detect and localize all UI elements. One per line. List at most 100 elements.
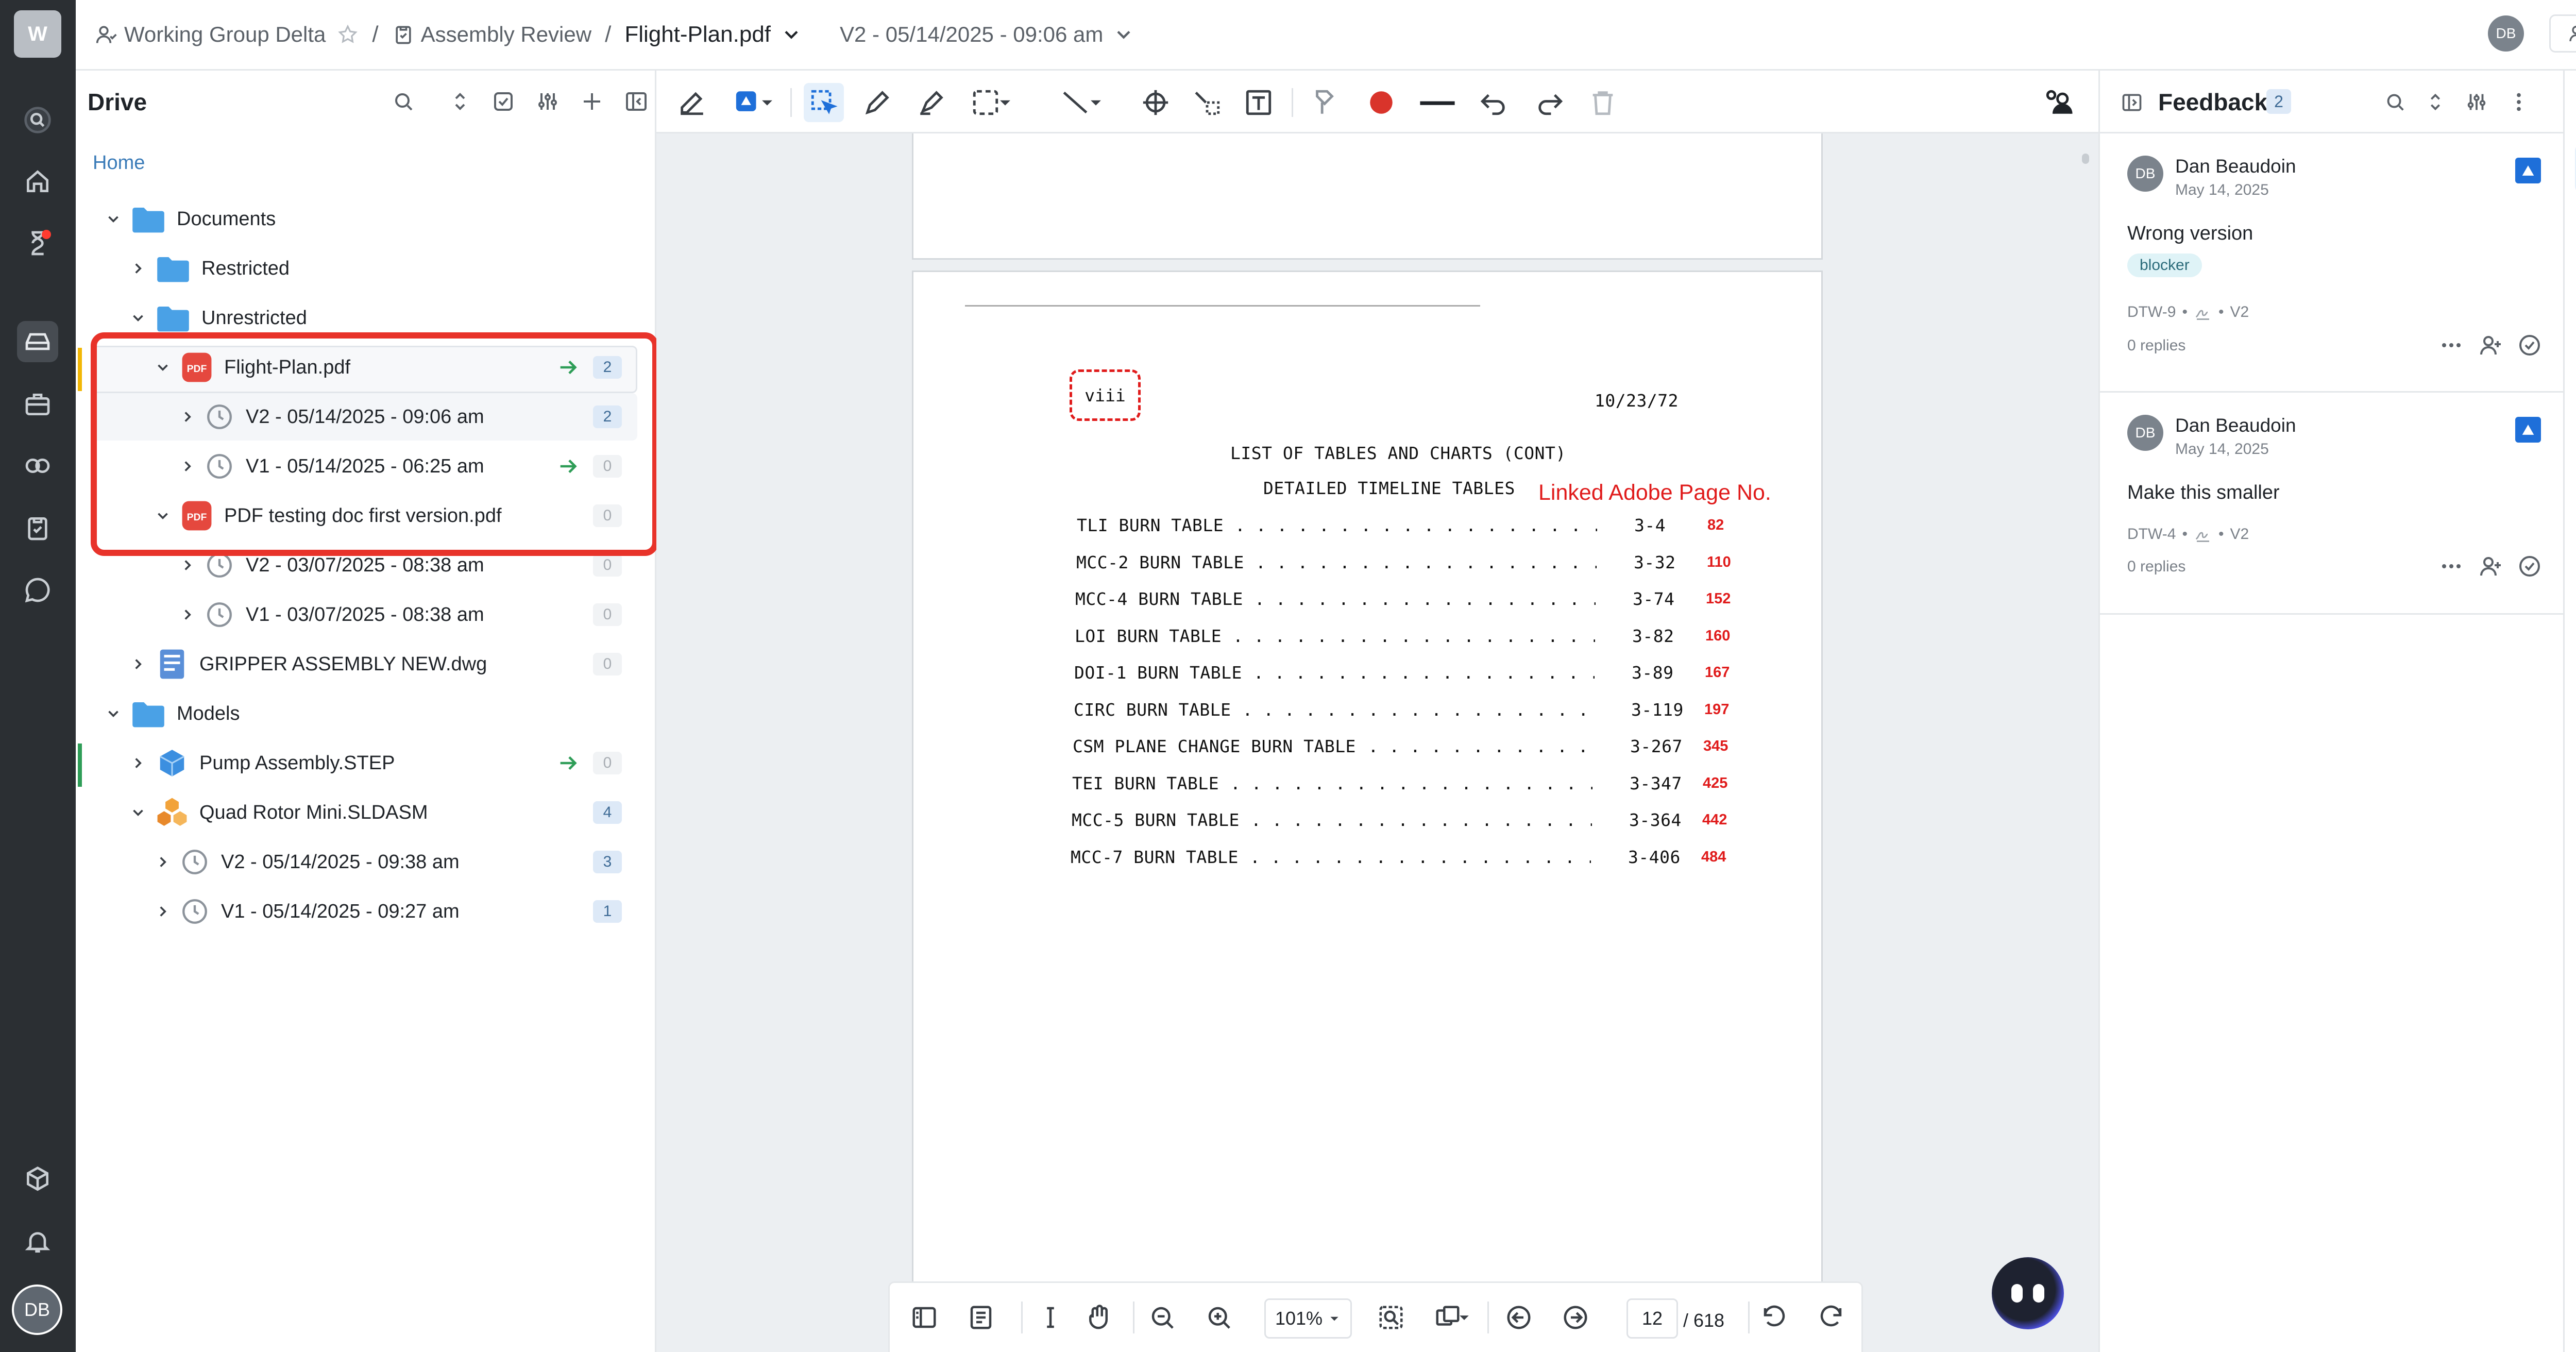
format-painter-icon[interactable] — [1310, 88, 1340, 117]
search-icon[interactable] — [391, 89, 416, 114]
zoom-in-icon[interactable] — [1205, 1304, 1233, 1331]
text-box-icon[interactable] — [1244, 88, 1274, 117]
sort-icon[interactable] — [2424, 90, 2447, 114]
feedback-tag[interactable]: blocker — [2127, 254, 2202, 277]
version-selector[interactable]: V2 - 05/14/2025 - 09:06 am — [840, 22, 1141, 47]
feedback-card[interactable]: DB Dan Beaudoin May 14, 2025 Make this s… — [2100, 394, 2565, 615]
rail-activity-button[interactable] — [17, 223, 58, 264]
tree-folder-restricted[interactable]: Restricted — [129, 244, 290, 293]
zoom-out-icon[interactable] — [1148, 1304, 1176, 1331]
resolve-check-icon[interactable] — [2517, 554, 2542, 579]
cloud-markup-icon[interactable] — [1192, 88, 1222, 117]
color-swatch-icon[interactable] — [1366, 88, 1396, 117]
user-avatar[interactable]: DB — [12, 1285, 62, 1335]
hand-pan-icon[interactable] — [1084, 1304, 1112, 1331]
trash-icon[interactable] — [1588, 88, 1618, 117]
more-horizontal-icon[interactable] — [2439, 554, 2464, 579]
rail-tasks-button[interactable] — [17, 508, 58, 549]
tree-file-quad-rotor[interactable]: Quad Rotor Mini.SLDASM — [129, 788, 428, 837]
caret-down-icon[interactable] — [758, 88, 776, 117]
breadcrumb-file[interactable]: Flight-Plan.pdf — [624, 22, 809, 47]
filter-icon[interactable] — [535, 89, 560, 114]
table-row-linked-page[interactable]: 197 — [1704, 701, 1729, 718]
collapse-panel-icon[interactable] — [624, 89, 649, 114]
line-tool-icon[interactable] — [1060, 88, 1090, 117]
table-row-linked-page[interactable]: 484 — [1701, 849, 1726, 866]
share-button[interactable]: 1 — [2549, 14, 2576, 53]
tree-folder-models[interactable]: Models — [105, 689, 240, 738]
user-settings-icon[interactable] — [2044, 88, 2074, 117]
feedback-replies[interactable]: 0 replies — [2127, 558, 2185, 576]
rail-integrations-button[interactable] — [17, 445, 58, 486]
plus-icon[interactable] — [580, 89, 604, 114]
rail-drive-button[interactable] — [17, 321, 58, 362]
rail-packages-button[interactable] — [17, 1159, 58, 1201]
tree-file-pump-assembly[interactable]: Pump Assembly.STEP — [129, 738, 395, 788]
caret-down-icon[interactable] — [1456, 1304, 1472, 1331]
rotate-left-icon[interactable] — [1760, 1304, 1788, 1331]
table-row-linked-page[interactable]: 167 — [1705, 664, 1730, 681]
assign-user-icon[interactable] — [2478, 333, 2503, 358]
feedback-replies[interactable]: 0 replies — [2127, 337, 2185, 354]
rotate-right-icon[interactable] — [1817, 1304, 1845, 1331]
sidebar-toggle-icon[interactable] — [910, 1304, 938, 1331]
undo-icon[interactable] — [1479, 88, 1509, 117]
breadcrumb-group[interactable]: Working Group Delta — [95, 22, 326, 47]
rail-chat-button[interactable] — [17, 569, 58, 611]
edit-icon[interactable] — [677, 88, 707, 117]
rail-home-button[interactable] — [17, 161, 58, 202]
panel-toggle-icon[interactable] — [2121, 91, 2143, 114]
table-row-ref: 3-347 — [1630, 773, 1682, 793]
table-row-linked-page[interactable]: 425 — [1703, 775, 1727, 792]
resolve-check-icon[interactable] — [2517, 333, 2542, 358]
breadcrumb-project[interactable]: Assembly Review — [392, 22, 591, 47]
breadcrumb-group-label: Working Group Delta — [124, 22, 326, 46]
tree-file-gripper[interactable]: GRIPPER ASSEMBLY NEW.dwg — [129, 639, 487, 689]
checkbox-icon[interactable] — [491, 89, 516, 114]
briefcase-icon — [25, 394, 50, 415]
scrollbar-thumb[interactable] — [2082, 154, 2089, 164]
workspace-badge[interactable]: W — [14, 10, 61, 58]
pencil-icon[interactable] — [862, 88, 892, 117]
more-horizontal-icon[interactable] — [2439, 333, 2464, 358]
zoom-level-select[interactable]: 101% — [1264, 1298, 1352, 1339]
search-icon[interactable] — [2383, 90, 2407, 114]
rail-notifications-button[interactable] — [17, 1221, 58, 1262]
caret-down-icon[interactable] — [996, 88, 1014, 117]
tree-version-quad-v1[interactable]: V1 - 05/14/2025 - 09:27 am — [154, 887, 460, 936]
header-avatar[interactable]: DB — [2488, 15, 2524, 52]
rail-toolbox-button[interactable] — [17, 384, 58, 425]
filter-icon[interactable] — [2465, 90, 2488, 114]
previous-page-icon[interactable] — [1505, 1304, 1533, 1331]
star-icon[interactable] — [337, 24, 359, 45]
table-row-linked-page[interactable]: 442 — [1702, 812, 1727, 829]
sort-icon[interactable] — [448, 89, 472, 114]
table-row-linked-page[interactable]: 152 — [1706, 590, 1731, 607]
text-cursor-icon[interactable] — [1037, 1304, 1064, 1331]
feedback-card[interactable]: DB Dan Beaudoin May 14, 2025 Wrong versi… — [2100, 135, 2565, 393]
rail-search-button[interactable] — [17, 99, 58, 141]
document-outline-icon[interactable] — [967, 1304, 995, 1331]
fit-to-screen-icon[interactable] — [1377, 1304, 1405, 1331]
table-row-linked-page[interactable]: 345 — [1703, 738, 1728, 755]
home-link[interactable]: Home — [93, 152, 145, 174]
highlighter-icon[interactable] — [917, 88, 946, 117]
assign-user-icon[interactable] — [2478, 554, 2503, 579]
table-row-name: MCC-5 BURN TABLE — [1072, 810, 1240, 830]
select-cursor-icon[interactable] — [809, 88, 839, 117]
table-row-linked-page[interactable]: 110 — [1707, 554, 1731, 571]
table-row-linked-page[interactable]: 82 — [1707, 517, 1724, 534]
table-row-linked-page[interactable]: 160 — [1705, 628, 1730, 645]
tree-version-pdf-v1[interactable]: V1 - 03/07/2025 - 08:38 am — [179, 590, 484, 639]
feedback-meta: DTW-9 • • V2 — [2127, 303, 2249, 322]
crosshair-icon[interactable] — [1141, 88, 1171, 117]
page-number-input[interactable]: 12 — [1626, 1298, 1678, 1339]
redo-icon[interactable] — [1535, 88, 1565, 117]
more-vertical-icon[interactable] — [2507, 90, 2531, 114]
ai-assistant-button[interactable] — [1992, 1257, 2064, 1329]
caret-down-icon[interactable] — [1087, 88, 1105, 117]
tree-folder-documents[interactable]: Documents — [105, 194, 276, 244]
tree-version-quad-v2[interactable]: V2 - 05/14/2025 - 09:38 am — [154, 837, 460, 887]
line-weight-icon[interactable] — [1419, 88, 1456, 117]
next-page-icon[interactable] — [1562, 1304, 1589, 1331]
